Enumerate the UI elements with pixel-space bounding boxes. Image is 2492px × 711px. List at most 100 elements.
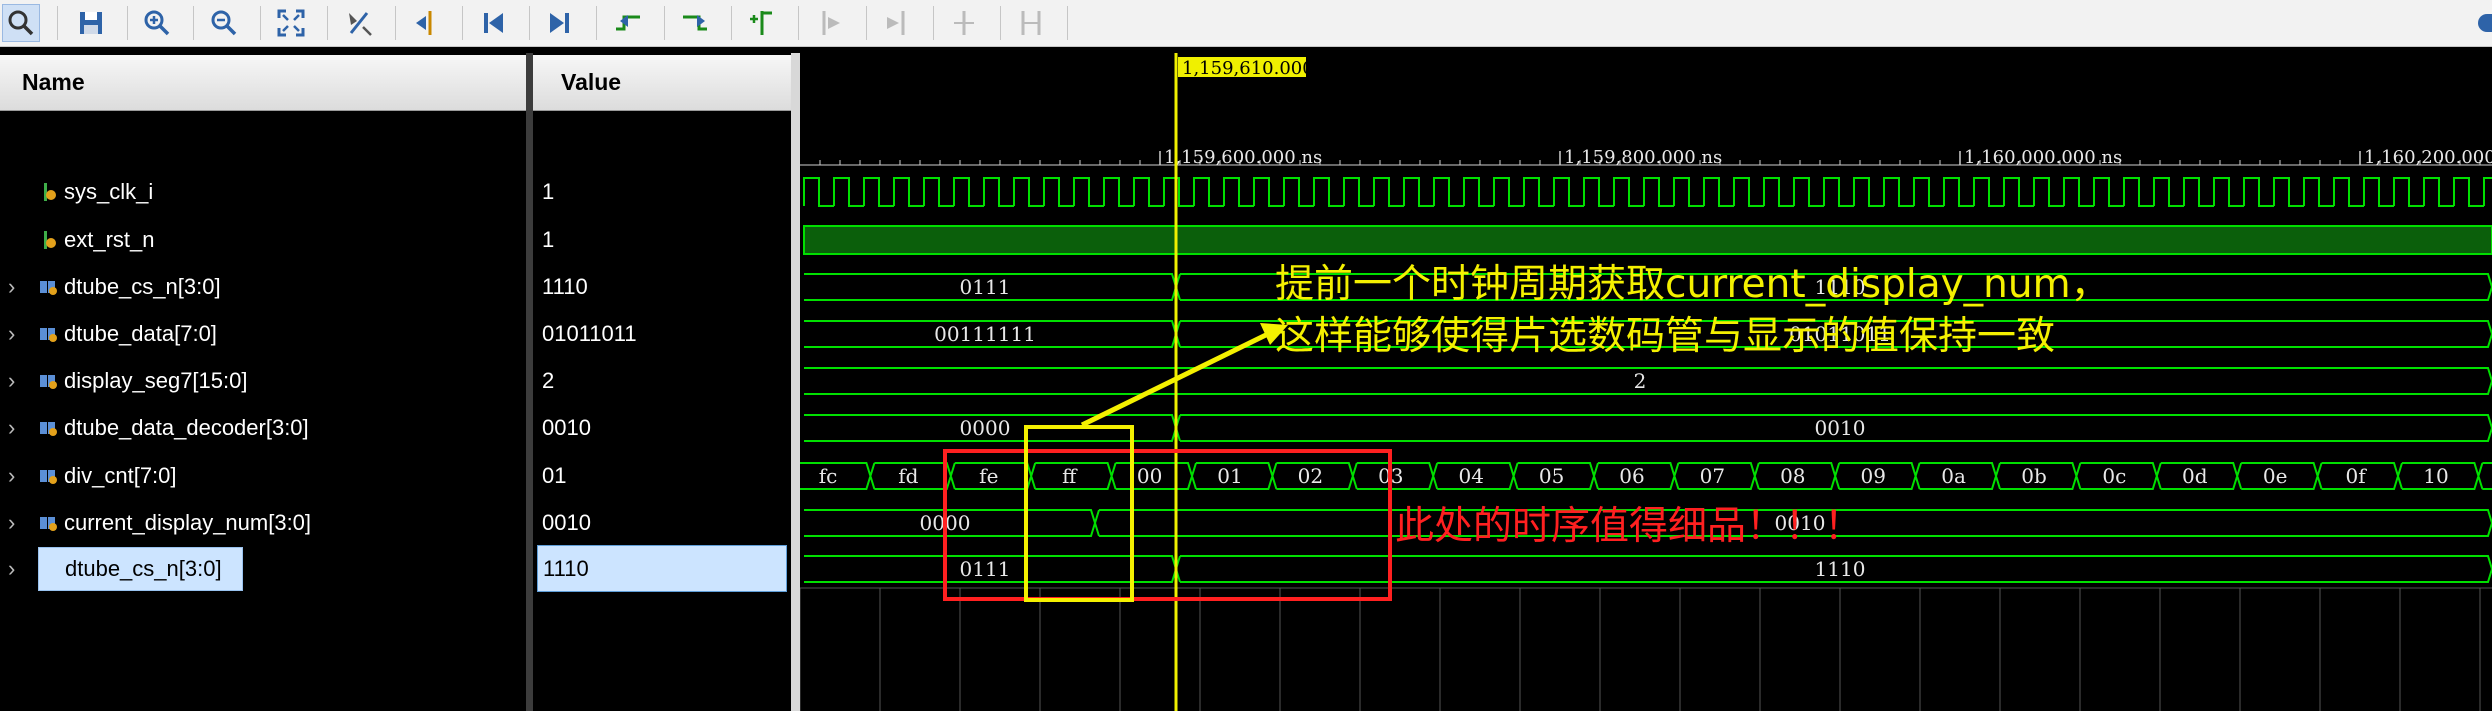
previous-transition-button[interactable] [609, 4, 647, 42]
go-to-end-icon [550, 13, 569, 33]
annotation-red: 此处的时序值得细品！！！ [1395, 504, 1864, 549]
bus-signal-icon [40, 280, 57, 295]
expand-chevron-icon[interactable]: › [8, 321, 26, 347]
zoom-in-icon [144, 10, 170, 36]
div-cnt-label: 07 [1700, 464, 1725, 488]
ruler-tick-label: 1,160,200.000 ns [2364, 147, 2492, 168]
div-cnt-label: 01 [1217, 464, 1242, 488]
toolbar-separator [596, 6, 597, 40]
toolbar-separator [193, 6, 194, 40]
ruler-tick-label: 1,159,800.000 ns [1564, 147, 1722, 168]
save-icon [80, 12, 102, 34]
go-to-start-icon [484, 13, 503, 33]
signal-value-pane [533, 53, 791, 711]
signal-name: ext_rst_n [64, 226, 155, 252]
expand-chevron-icon[interactable]: › [8, 510, 26, 536]
zoom-fit-button[interactable] [272, 4, 310, 42]
toolbar-separator [57, 6, 58, 40]
go-to-start-button[interactable] [474, 4, 512, 42]
signal-row[interactable]: › div_cnt[7:0] [0, 452, 526, 499]
cursor-tool-icon [349, 12, 372, 36]
name-column-header[interactable]: Name [0, 55, 526, 111]
bit-signal-icon [44, 230, 56, 249]
go-to-end-button[interactable] [541, 4, 579, 42]
div-cnt-label: 0b [2021, 464, 2047, 488]
signal-row[interactable]: sys_clk_i [0, 168, 526, 215]
toolbar-separator [798, 6, 799, 40]
signal-value: 2 [542, 367, 555, 393]
annotation-yellow-line2: 这样能够使得片选数码管与显示的值保持一致 [1275, 314, 2056, 359]
bus-value-label: 00111111 [934, 322, 1036, 346]
div-cnt-label: fc [819, 464, 838, 488]
div-cnt-label: 0e [2263, 464, 2288, 488]
waveform-toolbar [0, 0, 2492, 47]
fix-cursor-button[interactable] [1012, 4, 1050, 42]
cursor-tool-button[interactable] [340, 4, 378, 42]
bit-signal-icon [44, 182, 56, 201]
expand-chevron-icon[interactable]: › [8, 556, 26, 582]
signal-row[interactable]: › current_display_num[3:0] [0, 499, 526, 546]
zoom-fit-icon [277, 9, 305, 37]
div-cnt-label: fd [898, 464, 918, 488]
zoom-out-button[interactable] [205, 4, 243, 42]
expand-chevron-icon[interactable]: › [8, 415, 26, 441]
next-marker-icon [887, 11, 905, 35]
ruler-tick-label: 1,160,000.000 ns [1964, 147, 2122, 168]
bus-signal-icon [40, 327, 57, 342]
bus-signal-icon [40, 421, 57, 436]
next-transition-icon [683, 15, 707, 31]
search-button[interactable] [2, 4, 40, 42]
settings-icon[interactable] [2478, 14, 2492, 32]
div-cnt-label: ff [1062, 464, 1078, 488]
div-cnt-label: 04 [1458, 464, 1483, 488]
signal-value: 1 [542, 226, 555, 252]
search-icon [8, 10, 34, 36]
ext-rst-n-waveform [803, 225, 2492, 255]
signal-row[interactable]: › display_seg7[15:0] [0, 357, 526, 404]
zoom-in-button[interactable] [138, 4, 176, 42]
toolbar-separator [731, 6, 732, 40]
div-cnt-label: 09 [1860, 464, 1885, 488]
div-cnt-label: 02 [1298, 464, 1323, 488]
div-cnt-label: 06 [1619, 464, 1644, 488]
go-to-time-zero-icon [416, 11, 432, 35]
expand-chevron-icon[interactable]: › [8, 463, 26, 489]
next-marker-button[interactable] [878, 4, 916, 42]
div-cnt-label: 10 [2423, 464, 2448, 488]
previous-marker-button[interactable] [811, 4, 849, 42]
add-marker-button[interactable] [743, 4, 781, 42]
bus-value-label: 0111 [960, 275, 1011, 299]
signal-row[interactable]: › dtube_cs_n[3:0] [0, 545, 526, 592]
bus-value-label: 2 [1634, 369, 1647, 393]
signal-row[interactable]: ext_rst_n [0, 216, 526, 263]
add-marker-icon [750, 11, 772, 35]
value-column-header[interactable]: Value [533, 55, 791, 111]
div-cnt-label: 0d [2182, 464, 2208, 488]
div-cnt-label: fe [979, 464, 998, 488]
bus-value-label: 0111 [960, 557, 1011, 581]
ruler-tick-label: 1,159,600.000 ns [1164, 147, 1322, 168]
toolbar-separator [462, 6, 463, 40]
value-wave-splitter[interactable] [791, 53, 800, 711]
zoom-out-icon [211, 10, 237, 36]
bus-signal-icon [40, 374, 57, 389]
next-transition-button[interactable] [676, 4, 714, 42]
swap-cursors-button[interactable] [945, 4, 983, 42]
waveform-canvas[interactable]: 1,159,600.000 ns 1,159,800.000 ns 1,160,00… [800, 53, 2492, 711]
save-button[interactable] [72, 4, 110, 42]
swap-cursors-icon [954, 11, 974, 35]
signal-name: dtube_cs_n[3:0] [38, 546, 243, 591]
signal-row[interactable]: › dtube_data_decoder[3:0] [0, 404, 526, 451]
go-to-time-zero-button[interactable] [407, 4, 445, 42]
expand-chevron-icon[interactable]: › [8, 368, 26, 394]
toolbar-separator [866, 6, 867, 40]
bus-value-label: 1110 [1815, 557, 1866, 581]
name-value-splitter[interactable] [526, 53, 533, 711]
signal-name: dtube_data_decoder[3:0] [64, 414, 309, 440]
fix-cursor-icon [1021, 11, 1041, 35]
signal-value: 1 [542, 178, 555, 204]
signal-row[interactable]: › dtube_cs_n[3:0] [0, 263, 526, 310]
expand-chevron-icon[interactable]: › [8, 274, 26, 300]
previous-transition-icon [616, 15, 640, 31]
signal-row[interactable]: › dtube_data[7:0] [0, 310, 526, 357]
